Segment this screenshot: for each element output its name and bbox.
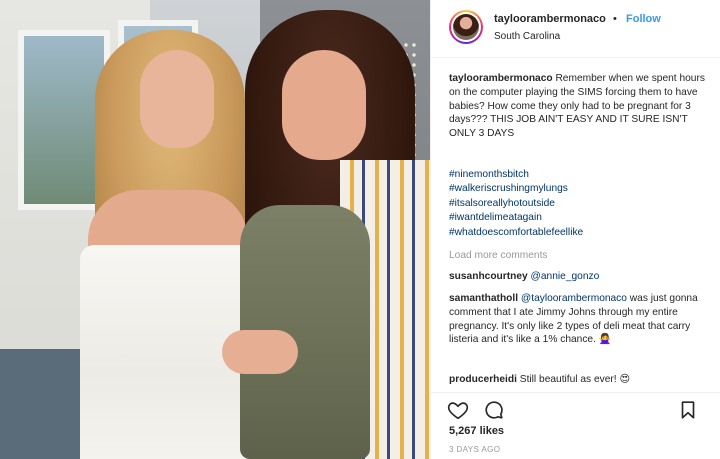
follow-separator: • [613,13,617,25]
comment-icon[interactable] [483,399,505,421]
hashtag-list: #ninemonthsbitch #walkeriscrushingmylung… [449,168,709,240]
photo-person-left-face [140,50,214,148]
photo-person-right-face [282,50,366,160]
likes-count[interactable]: 5,267 likes [449,425,504,437]
post-side-panel: tayloorambermonaco • Follow South Caroli… [430,0,720,459]
comment-username-link[interactable]: producerheidi [449,374,517,385]
comment-mention-link[interactable]: @annie_gonzo [531,271,600,282]
bookmark-icon[interactable] [677,399,699,421]
hashtag-link[interactable]: #whatdoescomfortablefeellike [449,226,709,240]
comment-username-link[interactable]: samanthatholl [449,293,518,304]
photo-hand-on-belly [222,330,298,374]
caption-username-link[interactable]: tayloorambermonaco [449,73,553,84]
hashtag-link[interactable]: #itsalsoreallyhotoutside [449,197,709,211]
follow-button[interactable]: Follow [626,13,661,25]
avatar-image [453,14,479,40]
post-header: tayloorambermonaco • Follow South Caroli… [431,0,720,58]
comment-mention-link[interactable]: @tayloorambermonaco [521,293,627,304]
load-more-comments-button[interactable]: Load more comments [449,250,548,261]
post-caption: tayloorambermonaco Remember when we spen… [449,72,709,141]
post-timestamp: 3 DAYS AGO [449,445,501,454]
hashtag-link[interactable]: #ninemonthsbitch [449,168,709,182]
location-link[interactable]: South Carolina [494,31,560,42]
avatar[interactable] [449,10,483,44]
comment: susanhcourtney @annie_gonzo [449,270,709,284]
header-username-link[interactable]: tayloorambermonaco [494,13,606,25]
post-photo[interactable] [0,0,430,459]
comment-text: Still beautiful as ever! 😍 [519,374,631,385]
hashtag-link[interactable]: #iwantdelimeatagain [449,211,709,225]
comment: producerheidi Still beautiful as ever! 😍 [449,373,709,387]
comment: samanthatholl @tayloorambermonaco was ju… [449,292,709,347]
comment-username-link[interactable]: susanhcourtney [449,271,528,282]
hashtag-link[interactable]: #walkeriscrushingmylungs [449,182,709,196]
heart-icon[interactable] [447,399,469,421]
post-actions-bar: 5,267 likes 3 DAYS AGO [431,392,720,459]
